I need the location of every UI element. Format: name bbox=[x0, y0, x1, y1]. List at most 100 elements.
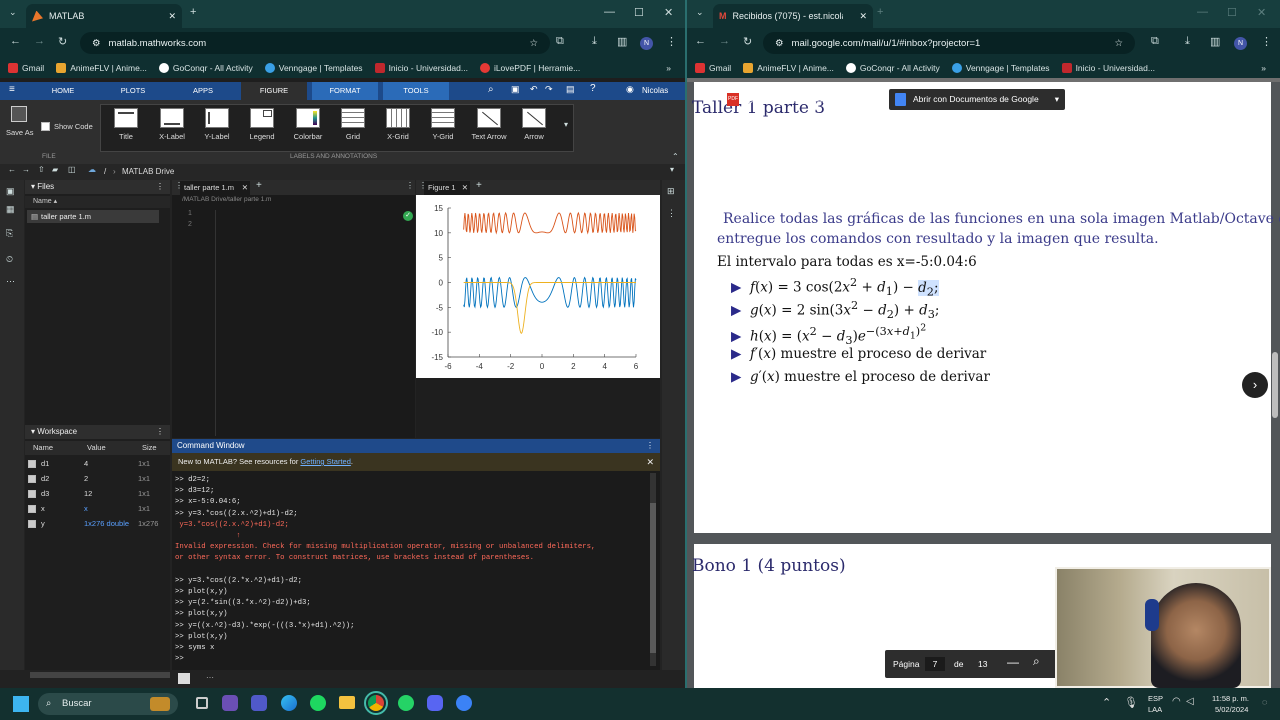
ws-col-size[interactable]: Size bbox=[142, 441, 157, 455]
r-bookmark-venngage[interactable]: Venngage | Templates bbox=[951, 63, 1050, 73]
minimize-icon[interactable]: — bbox=[604, 6, 615, 18]
pdf-back-icon[interactable]: ← bbox=[701, 92, 712, 104]
title-tool[interactable]: Title bbox=[106, 108, 146, 141]
tab-home[interactable]: HOME bbox=[38, 82, 88, 100]
extensions-icon[interactable]: ⧉ bbox=[556, 35, 564, 48]
tab-list-icon[interactable]: ⌄ bbox=[9, 7, 17, 18]
tab-tools[interactable]: TOOLS bbox=[383, 82, 449, 100]
editor-tab[interactable]: taller parte 1.m ✕ bbox=[180, 181, 250, 195]
right-close-tab-icon[interactable]: ✕ bbox=[859, 11, 867, 22]
path-up-icon[interactable]: ⇧ bbox=[38, 165, 45, 174]
whatsapp-app-icon[interactable] bbox=[398, 695, 414, 711]
text-arrow-tool[interactable]: Text Arrow bbox=[469, 108, 509, 141]
ws-row-y[interactable]: y 1x276 double 1x276 bbox=[25, 517, 170, 531]
tab-format[interactable]: FORMAT bbox=[312, 82, 378, 100]
editor-new-tab-icon[interactable]: + bbox=[256, 180, 262, 191]
pdf-scrollbar[interactable] bbox=[1272, 352, 1278, 418]
right-new-tab-icon[interactable]: + bbox=[877, 6, 883, 18]
right-minimize-icon[interactable]: — bbox=[1197, 6, 1208, 18]
toolstrip-collapse-icon[interactable]: ⌃ bbox=[672, 152, 679, 161]
tray-chevron-icon[interactable]: ⌃ bbox=[1102, 696, 1111, 709]
bookmark-ilovepdf[interactable]: iLovePDF | Herramie... bbox=[479, 63, 580, 73]
clock-date[interactable]: 5/02/2024 bbox=[1215, 705, 1248, 714]
right-sidebar-icon[interactable]: ▥ bbox=[1210, 35, 1220, 48]
history-rail-icon[interactable]: ⏲ bbox=[6, 254, 13, 265]
search-icon[interactable]: ⌕ bbox=[488, 84, 494, 95]
r-bookmark-goconqr[interactable]: GoConqr - All Activity bbox=[845, 63, 940, 73]
ws-row-d3[interactable]: d3 12 1x1 bbox=[25, 487, 170, 501]
figure-tab[interactable]: Figure 1 ✕ bbox=[424, 181, 470, 195]
workspace-rail-icon[interactable]: ▦ bbox=[6, 204, 15, 215]
forward-icon[interactable]: → bbox=[34, 35, 45, 47]
open-with-docs-button[interactable]: Abrir con Documentos de Google ▾ bbox=[889, 89, 1065, 110]
banner-close-icon[interactable]: ✕ bbox=[646, 453, 654, 471]
editor-menu-icon[interactable]: ⋮ bbox=[406, 181, 414, 190]
toolstrip-expand-icon[interactable]: ▾ bbox=[564, 120, 568, 129]
tab-matlab[interactable]: MATLAB ✕ bbox=[26, 4, 182, 28]
right-back-icon[interactable]: ← bbox=[695, 35, 706, 47]
r-bookmark-universidad[interactable]: Inicio - Universidad... bbox=[1061, 63, 1155, 73]
layout-icon[interactable]: ▤ bbox=[566, 84, 575, 95]
ws-col-name[interactable]: Name bbox=[33, 441, 53, 455]
path-forward-icon[interactable]: → bbox=[22, 165, 30, 174]
bookmark-universidad[interactable]: Inicio - Universidad... bbox=[374, 63, 468, 73]
figure-tab-close-icon[interactable]: ✕ bbox=[462, 181, 468, 195]
grid-tool[interactable]: Grid bbox=[333, 108, 373, 141]
address-bar[interactable]: ⚙ matlab.mathworks.com ☆ bbox=[80, 32, 550, 54]
right-close-window-icon[interactable]: ✕ bbox=[1257, 6, 1266, 19]
lang-2[interactable]: LAA bbox=[1148, 705, 1162, 714]
zoom-out-icon[interactable]: — bbox=[1007, 655, 1019, 669]
profile-avatar[interactable]: N bbox=[640, 37, 653, 50]
pdf-more-icon[interactable]: ⋮ bbox=[1252, 92, 1263, 105]
tab-apps[interactable]: APPS bbox=[178, 82, 228, 100]
ws-col-value[interactable]: Value bbox=[87, 441, 106, 455]
ws-row-d2[interactable]: d2 2 1x1 bbox=[25, 472, 170, 486]
print-icon[interactable]: ⎙ bbox=[1187, 92, 1196, 105]
hscroll-bar[interactable] bbox=[30, 672, 170, 678]
r-bookmark-animeflv[interactable]: AnimeFLV | Anime... bbox=[743, 63, 834, 73]
figure-plot[interactable]: -6 -4 -2 0 2 4 6 15 10 5 0 -5 -10 -15 bbox=[416, 195, 660, 378]
teams-app-icon[interactable] bbox=[251, 695, 267, 711]
windows-start-icon[interactable] bbox=[13, 696, 29, 712]
arrow-tool[interactable]: Arrow bbox=[514, 108, 554, 141]
download-icon[interactable]: ⤓ bbox=[592, 35, 597, 48]
edge-app-icon[interactable] bbox=[281, 695, 297, 711]
files-menu-icon[interactable]: ⋮ bbox=[156, 180, 164, 194]
show-code-checkbox[interactable] bbox=[41, 122, 50, 131]
maximize-icon[interactable]: ☐ bbox=[634, 6, 644, 19]
lang-1[interactable]: ESP bbox=[1148, 694, 1163, 703]
pdf-download-icon[interactable]: ⤓ bbox=[1219, 92, 1224, 105]
bookmark-goconqr[interactable]: GoConqr - All Activity bbox=[158, 63, 253, 73]
cmd-scrollbar[interactable] bbox=[650, 473, 656, 666]
matlab-menu-icon[interactable]: ≡ bbox=[9, 84, 15, 95]
next-page-button[interactable]: › bbox=[1242, 372, 1268, 398]
code-area[interactable] bbox=[218, 210, 398, 436]
task-view-icon[interactable] bbox=[196, 697, 208, 709]
addons-rail-icon[interactable]: ⎘ bbox=[6, 228, 13, 239]
xgrid-tool[interactable]: X-Grid bbox=[378, 108, 418, 141]
figure-new-tab-icon[interactable]: + bbox=[476, 180, 482, 191]
getting-started-link[interactable]: Getting Started bbox=[300, 457, 350, 466]
colorbar-tool[interactable]: Colorbar bbox=[288, 108, 328, 141]
right-tab-list-icon[interactable]: ⌄ bbox=[696, 7, 704, 18]
mic-icon[interactable]: 🎙 bbox=[1124, 696, 1138, 709]
more-bookmarks-icon[interactable]: » bbox=[666, 63, 671, 73]
ws-row-d1[interactable]: d1 4 1x1 bbox=[25, 457, 170, 471]
ws-menu-icon[interactable]: ⋮ bbox=[156, 425, 164, 439]
file-row[interactable]: ▤ taller parte 1.m bbox=[27, 210, 159, 223]
spotify-app-icon[interactable] bbox=[310, 695, 326, 711]
tab-gmail[interactable]: M Recibidos (7075) - est.nicolas.j ✕ bbox=[713, 4, 873, 28]
user-icon[interactable]: ◉ bbox=[626, 84, 634, 95]
path-leaf[interactable]: MATLAB Drive bbox=[122, 167, 174, 176]
r-more-bookmarks-icon[interactable]: » bbox=[1261, 63, 1266, 73]
menu-icon[interactable]: ⋮ bbox=[666, 35, 677, 48]
right-maximize-icon[interactable]: ☐ bbox=[1227, 6, 1237, 19]
notification-icon[interactable]: ◌ bbox=[1262, 697, 1267, 707]
right-download-icon[interactable]: ⤓ bbox=[1185, 35, 1190, 48]
command-window[interactable]: Command Window ⋮ New to MATLAB? See resou… bbox=[172, 439, 660, 670]
reload-icon[interactable]: ↻ bbox=[58, 35, 67, 48]
bookmark-animeflv[interactable]: AnimeFLV | Anime... bbox=[56, 63, 147, 73]
files-col-name[interactable]: Name bbox=[33, 198, 52, 205]
meet-app-icon[interactable] bbox=[222, 695, 238, 711]
settings-app-icon[interactable] bbox=[456, 695, 472, 711]
